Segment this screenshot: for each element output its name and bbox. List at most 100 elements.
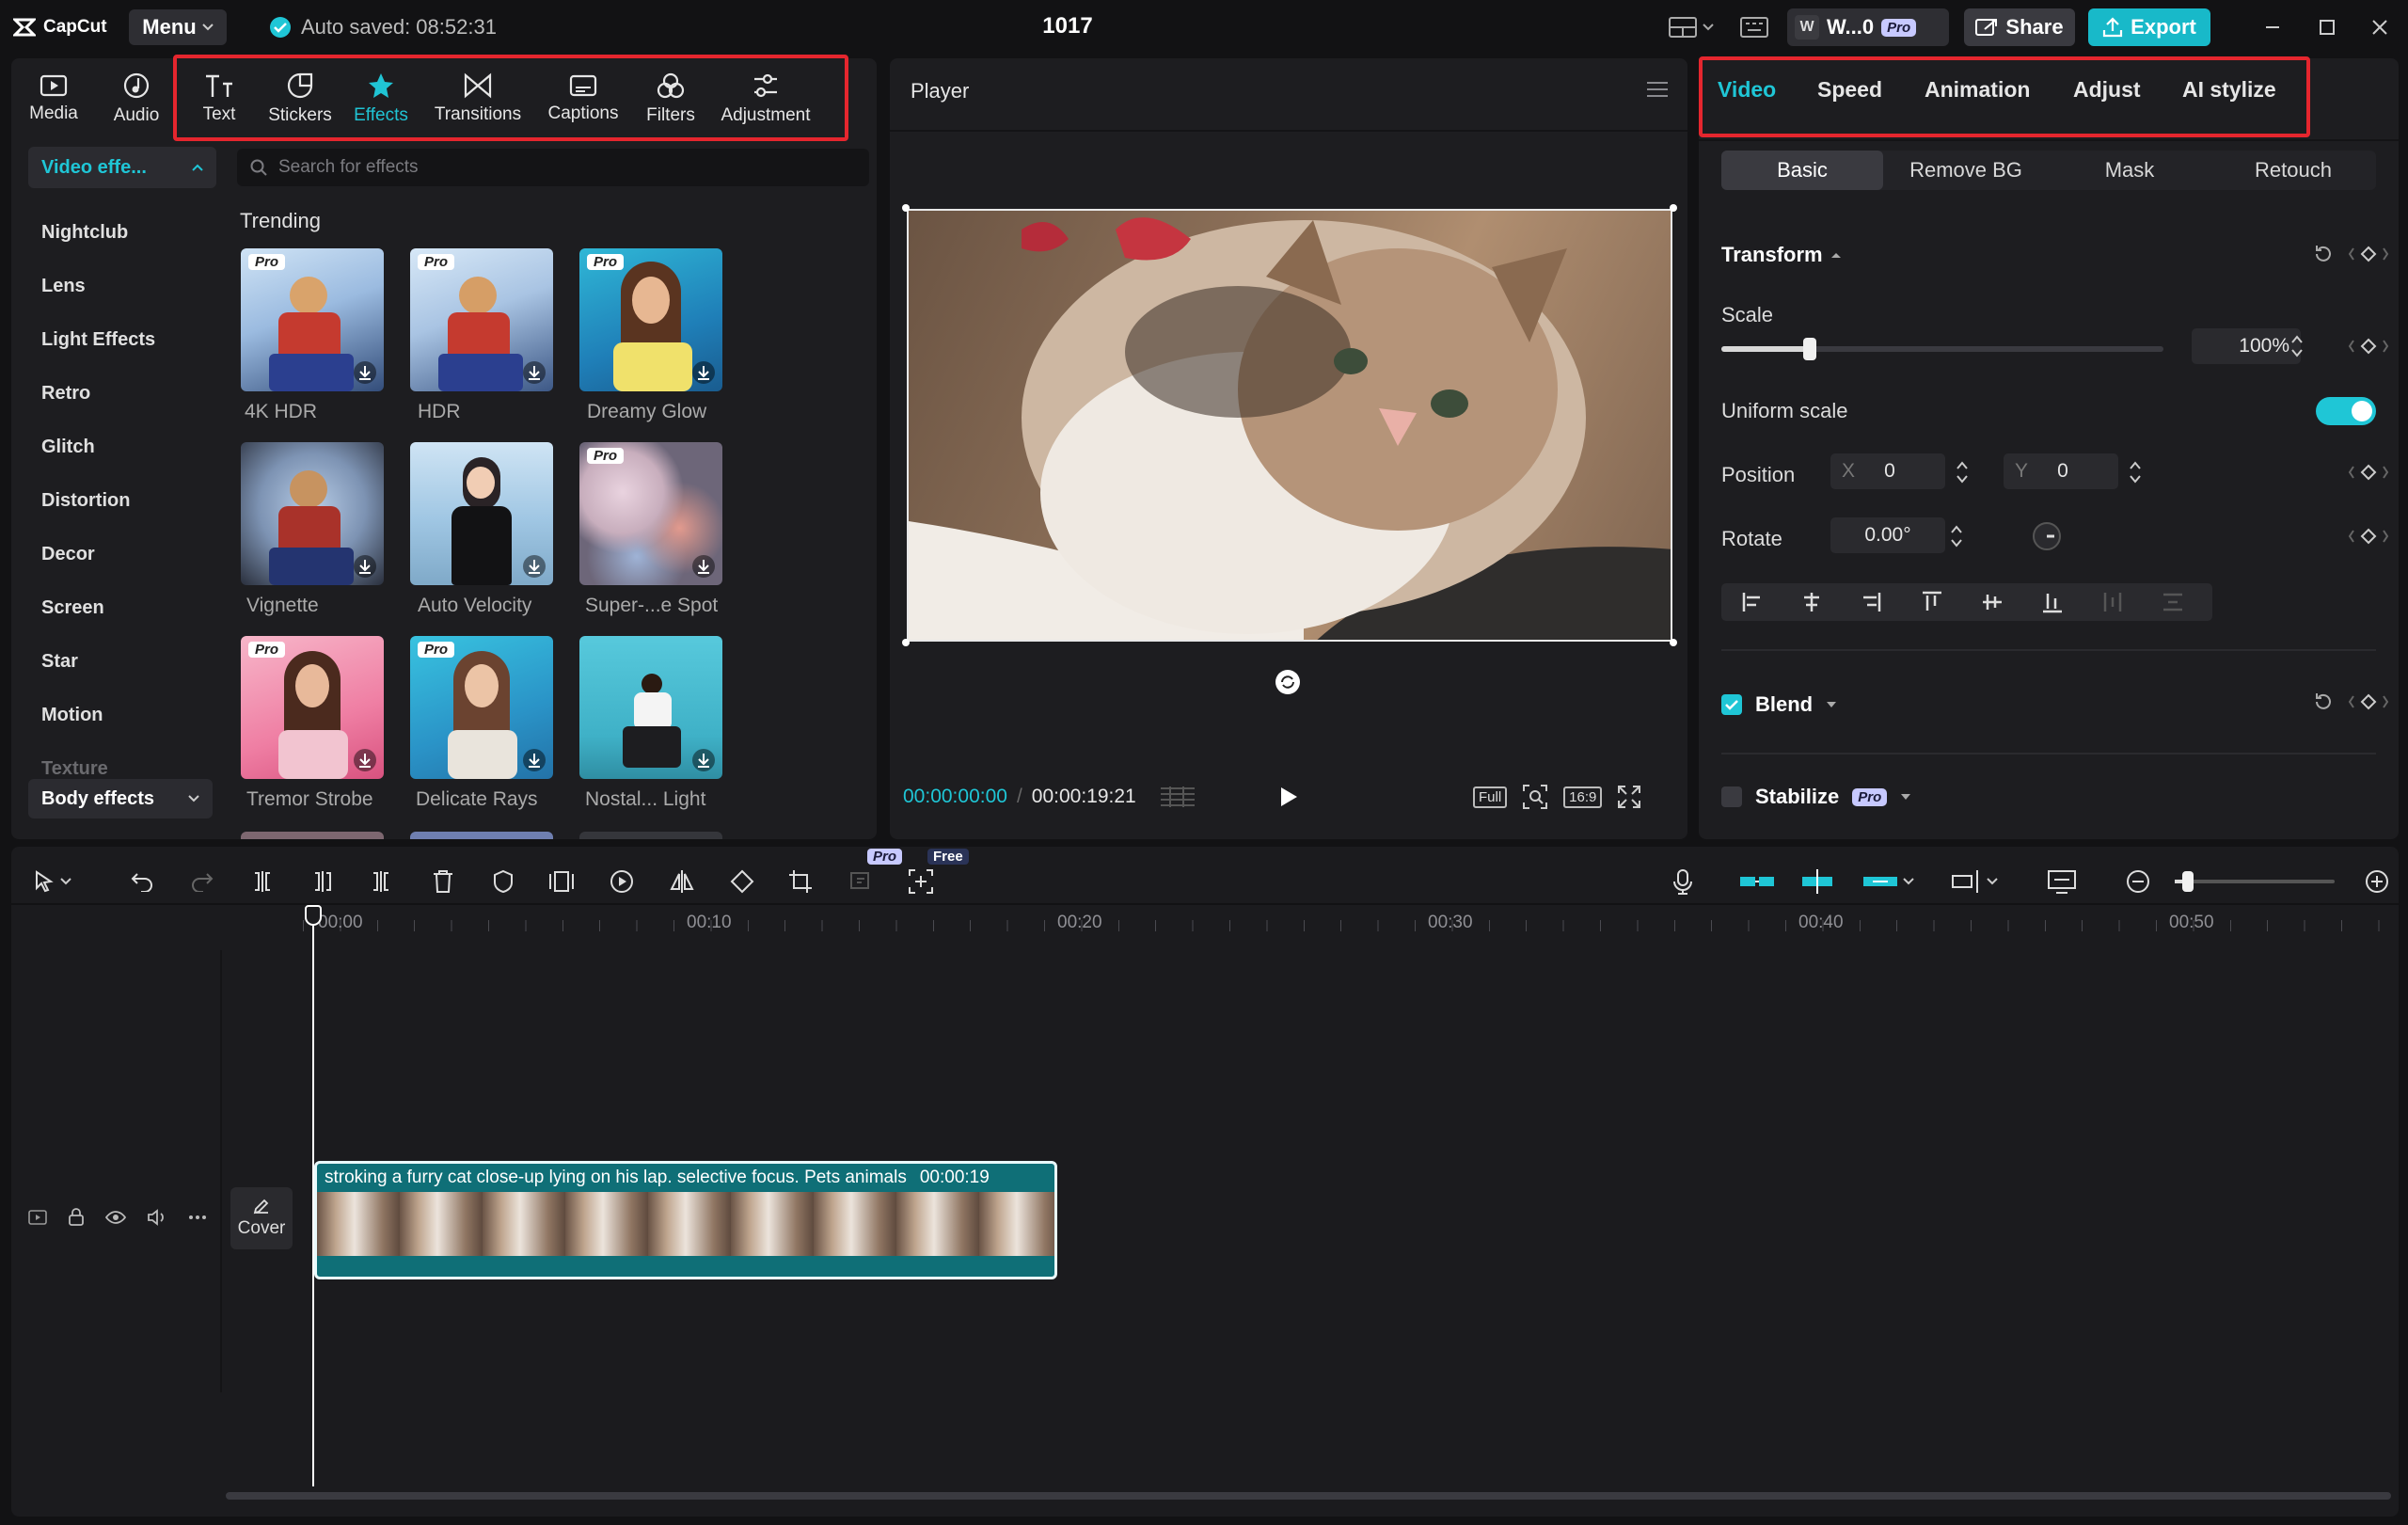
category-retro[interactable]: Retro — [41, 383, 90, 405]
zoom-out-button[interactable] — [2122, 866, 2154, 898]
subtab-retouch[interactable]: Retouch — [2212, 151, 2374, 190]
category-dropdown-video-effects[interactable]: Video effe... — [28, 147, 216, 188]
split-button[interactable] — [246, 866, 278, 898]
select-tool-button[interactable] — [24, 866, 81, 898]
undo-button[interactable] — [126, 866, 158, 898]
download-icon[interactable] — [692, 555, 715, 578]
main-track-magnet-button[interactable] — [1735, 866, 1780, 898]
align-top-icon[interactable] — [1902, 583, 1962, 621]
effect-card-vignette[interactable]: Vignette — [241, 442, 406, 617]
layout-button[interactable] — [1669, 13, 1714, 41]
speaker-icon[interactable] — [147, 1209, 167, 1226]
fullscreen-icon[interactable] — [1617, 785, 1641, 809]
linkage-button[interactable] — [1855, 866, 1921, 898]
category-screen[interactable]: Screen — [41, 597, 104, 619]
effect-card-tremor-strobe[interactable]: Pro Tremor Strobe — [241, 636, 406, 811]
eye-icon[interactable] — [105, 1210, 126, 1225]
category-lens[interactable]: Lens — [41, 276, 86, 297]
align-bottom-icon[interactable] — [2022, 583, 2083, 621]
rotate-handle[interactable] — [1274, 668, 1302, 696]
zoom-slider-handle[interactable] — [2182, 871, 2194, 892]
timeline-scrollbar[interactable] — [226, 1492, 2391, 1500]
tab-audio[interactable]: Audio — [98, 66, 175, 132]
tab-transitions[interactable]: Transitions — [429, 66, 527, 132]
close-button[interactable] — [2366, 13, 2394, 41]
keyframe-icon[interactable] — [2348, 337, 2389, 356]
blend-section-header[interactable]: Blend — [1721, 692, 1837, 717]
resize-handle[interactable] — [902, 639, 910, 646]
transform-section-header[interactable]: Transform — [1721, 243, 1842, 267]
keyframe-icon[interactable] — [2348, 527, 2389, 546]
reset-icon[interactable] — [2312, 691, 2335, 713]
zoom-slider[interactable] — [2175, 871, 2335, 892]
tab-media[interactable]: Media — [15, 66, 92, 132]
auto-reframe-button[interactable] — [847, 866, 879, 898]
export-button[interactable]: Export — [2088, 8, 2210, 46]
fit-timeline-button[interactable] — [2043, 866, 2081, 898]
rotate-field[interactable]: 0.00° — [1830, 517, 1945, 553]
player-menu-button[interactable] — [1646, 81, 1669, 98]
tab-captions[interactable]: Captions — [536, 66, 630, 132]
video-preview[interactable] — [907, 209, 1672, 642]
maximize-button[interactable] — [2313, 13, 2341, 41]
tab-effects[interactable]: Effects — [342, 66, 420, 132]
speed-button[interactable] — [606, 866, 638, 898]
project-title[interactable]: 1017 — [1016, 13, 1119, 40]
effect-card-super-spot[interactable]: Pro Super-...e Spot — [579, 442, 745, 617]
tab-animation[interactable]: Animation — [1925, 77, 2030, 103]
tab-adjust[interactable]: Adjust — [2073, 77, 2141, 103]
uniform-scale-toggle[interactable] — [2316, 397, 2376, 425]
distribute-h-icon[interactable] — [2083, 583, 2143, 621]
rotate-button[interactable] — [726, 866, 758, 898]
effect-card-delicate-rays[interactable]: Pro Delicate Rays — [410, 636, 576, 811]
category-star[interactable]: Star — [41, 651, 78, 673]
tab-stickers[interactable]: Stickers — [261, 66, 339, 132]
search-input[interactable]: Search for effects — [278, 157, 419, 178]
playhead-handle[interactable] — [305, 905, 322, 926]
align-right-icon[interactable] — [1842, 583, 1902, 621]
category-distortion[interactable]: Distortion — [41, 490, 130, 512]
delete-button[interactable] — [427, 866, 459, 898]
resize-handle[interactable] — [1670, 639, 1677, 646]
subtab-basic[interactable]: Basic — [1721, 151, 1883, 190]
tab-text[interactable]: Text — [181, 66, 258, 132]
scale-slider[interactable] — [1721, 338, 2163, 360]
distribute-v-icon[interactable] — [2143, 583, 2203, 621]
download-icon[interactable] — [354, 555, 376, 578]
snap-button[interactable] — [1795, 866, 1840, 898]
download-icon[interactable] — [354, 361, 376, 384]
category-light-effects[interactable]: Light Effects — [41, 329, 155, 351]
more-icon[interactable] — [188, 1215, 207, 1220]
stepper-icon[interactable] — [1949, 521, 1964, 551]
preview-axis-button[interactable] — [1941, 866, 2007, 898]
category-dropdown-body-effects[interactable]: Body effects — [28, 779, 213, 818]
video-clip[interactable]: stroking a furry cat close-up lying on h… — [314, 1161, 1057, 1279]
stabilize-section-header[interactable]: Stabilize Pro — [1721, 785, 1911, 809]
zoom-fit-icon[interactable] — [1522, 784, 1548, 810]
zoom-in-button[interactable] — [2361, 866, 2393, 898]
stepper-icon[interactable] — [1955, 457, 1970, 487]
download-icon[interactable] — [354, 749, 376, 771]
cover-button[interactable]: Cover — [230, 1187, 293, 1249]
category-motion[interactable]: Motion — [41, 705, 103, 726]
stabilize-checkbox[interactable] — [1721, 786, 1742, 807]
scale-value-field[interactable]: 100% — [2192, 328, 2301, 364]
align-center-h-icon[interactable] — [1782, 583, 1842, 621]
download-icon[interactable] — [692, 749, 715, 771]
menu-button[interactable]: Menu — [129, 9, 227, 45]
split-left-button[interactable] — [307, 866, 339, 898]
record-button[interactable] — [1667, 866, 1699, 898]
reset-icon[interactable] — [2312, 243, 2335, 265]
align-left-icon[interactable] — [1721, 583, 1782, 621]
subtab-mask[interactable]: Mask — [2049, 151, 2210, 190]
rotation-dial-icon[interactable] — [2032, 521, 2062, 551]
keyframe-icon[interactable] — [2348, 692, 2389, 711]
align-middle-v-icon[interactable] — [1962, 583, 2022, 621]
mark-button[interactable] — [487, 866, 519, 898]
tab-speed[interactable]: Speed — [1817, 77, 1882, 103]
tab-video[interactable]: Video — [1718, 77, 1776, 103]
resize-handle[interactable] — [902, 204, 910, 212]
category-texture[interactable]: Texture — [41, 758, 108, 775]
share-button[interactable]: Share — [1964, 8, 2075, 46]
lock-icon[interactable] — [68, 1208, 85, 1227]
